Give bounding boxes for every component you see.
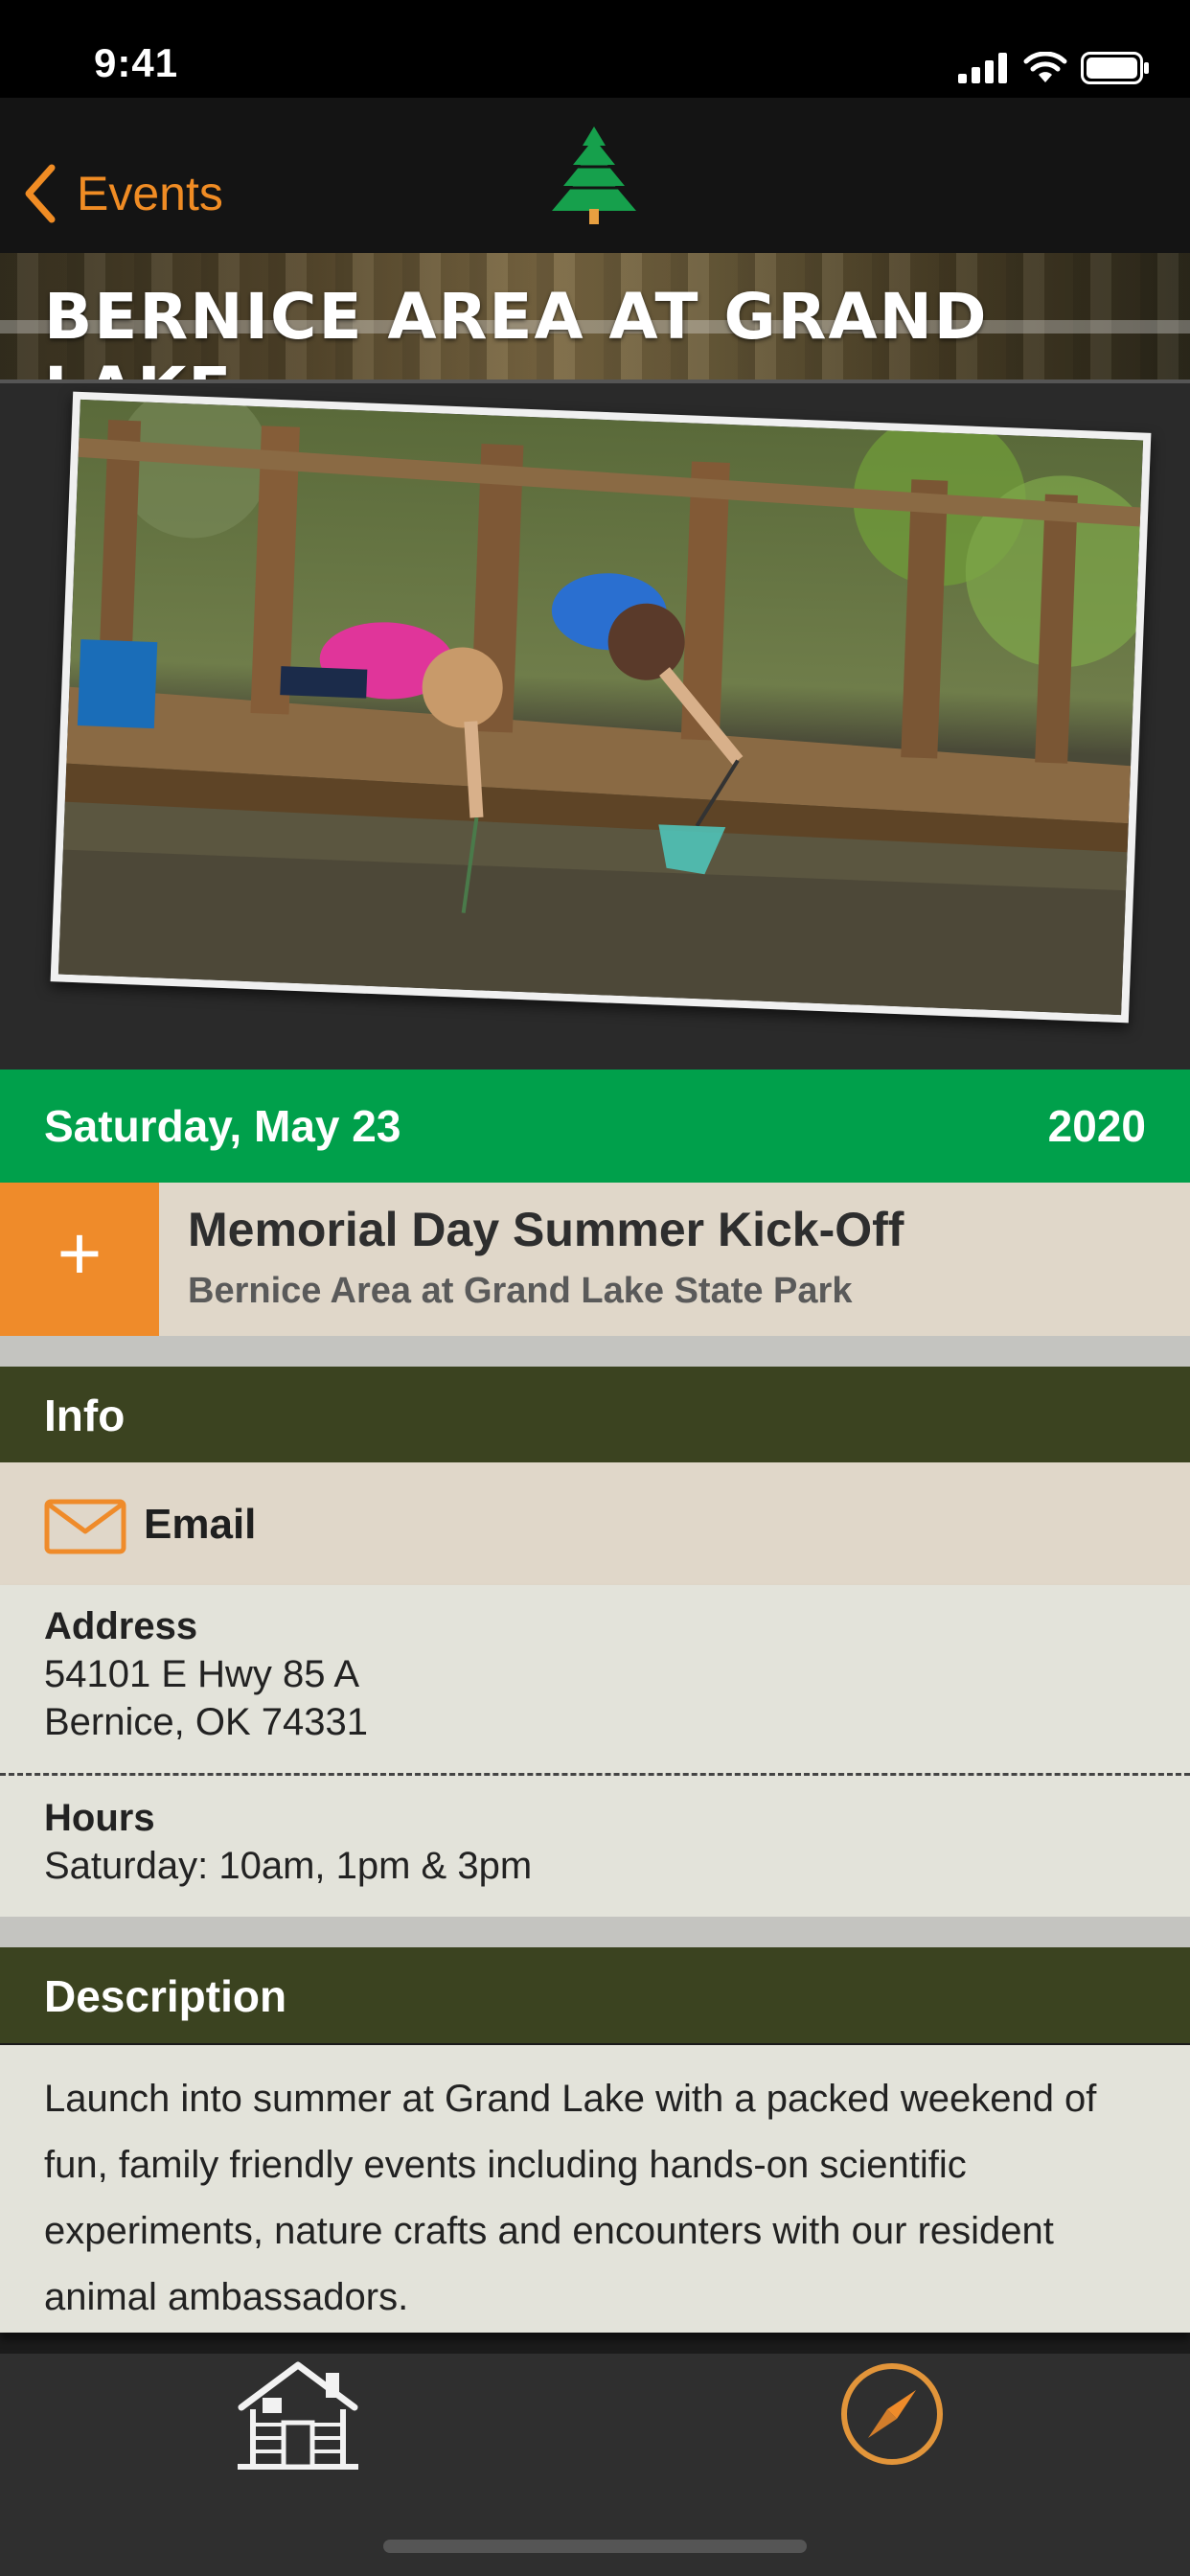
dashed-divider (0, 1773, 1190, 1776)
email-label: Email (144, 1501, 257, 1548)
status-icons (958, 52, 1150, 84)
hours-value: Saturday: 10am, 1pm & 3pm (44, 1845, 533, 1887)
chevron-left-icon (25, 164, 56, 223)
photo-area (0, 380, 1190, 1073)
wifi-icon (1023, 52, 1067, 82)
description-body: Launch into summer at Grand Lake with a … (0, 2045, 1190, 2333)
back-label: Events (77, 167, 223, 220)
envelope-icon (44, 1499, 126, 1554)
event-title: Memorial Day Summer Kick-Off (188, 1203, 904, 1256)
status-time: 9:41 (94, 40, 179, 85)
back-button[interactable]: Events (21, 155, 223, 232)
battery-icon (1081, 52, 1149, 84)
add-to-calendar-button[interactable]: + (0, 1183, 159, 1336)
event-photo (50, 391, 1152, 1024)
address-line-2: Bernice, OK 74331 (44, 1701, 368, 1743)
compass-icon[interactable] (839, 2361, 945, 2467)
info-title: Info (44, 1391, 126, 1440)
hours-label: Hours (44, 1797, 155, 1839)
address-block[interactable]: Address 54101 E Hwy 85 A Bernice, OK 743… (44, 1602, 368, 1746)
hours-block: Hours Saturday: 10am, 1pm & 3pm (44, 1794, 532, 1890)
date-bar: Saturday, May 23 2020 (0, 1070, 1190, 1183)
address-label: Address (44, 1605, 198, 1647)
status-bar: 9:41 (0, 0, 1190, 98)
cabin-icon[interactable] (234, 2359, 362, 2474)
park-title: BERNICE AREA AT GRAND LAKE (44, 280, 989, 380)
plus-icon: + (57, 1210, 103, 1296)
email-button[interactable]: Email (0, 1462, 1190, 1585)
event-photo-image (57, 399, 1144, 1016)
hero-banner: BERNICE AREA AT GRAND LAKE (0, 253, 1190, 380)
section-divider (0, 1336, 1190, 1367)
cellular-signal-icon (958, 53, 1007, 83)
description-header: Description (0, 1947, 1190, 2043)
info-header: Info (0, 1367, 1190, 1462)
description-title: Description (44, 1971, 287, 2021)
nav-bar: Events (0, 98, 1190, 253)
info-body: Address 54101 E Hwy 85 A Bernice, OK 743… (0, 1585, 1190, 1917)
description-text: Launch into summer at Grand Lake with a … (44, 2078, 1097, 2318)
event-row: + Memorial Day Summer Kick-Off Bernice A… (0, 1183, 1190, 1336)
pine-tree-icon (552, 126, 636, 224)
event-date: Saturday, May 23 (44, 1101, 401, 1151)
tab-bar (0, 2354, 1190, 2576)
home-indicator (383, 2540, 807, 2553)
section-divider (0, 1917, 1190, 1947)
event-year: 2020 (1047, 1101, 1146, 1151)
address-line-1: 54101 E Hwy 85 A (44, 1653, 360, 1695)
event-location: Bernice Area at Grand Lake State Park (188, 1271, 853, 1311)
